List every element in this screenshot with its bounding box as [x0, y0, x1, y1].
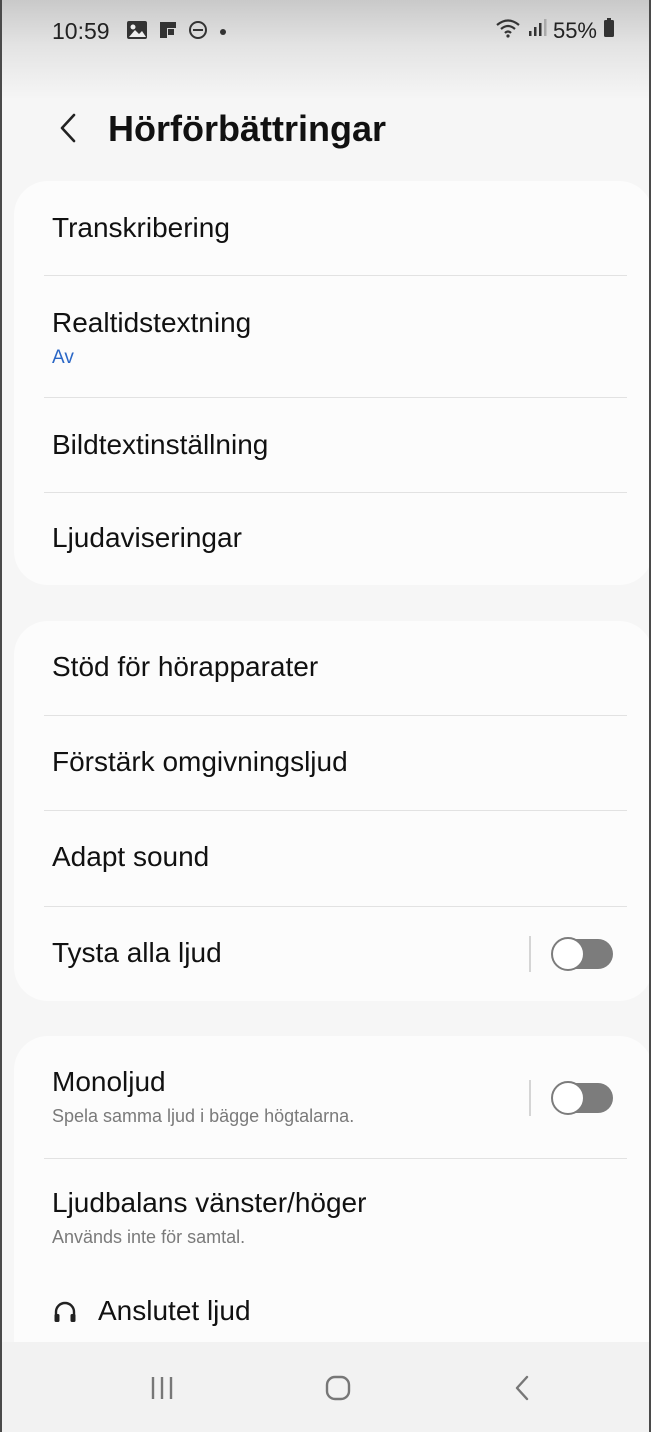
vertical-separator: [529, 936, 531, 972]
chevron-left-icon: [60, 113, 76, 143]
list-item-forstark-omgivningsljud[interactable]: Förstärk omgivningsljud: [14, 716, 649, 811]
list-item-ljudbalans[interactable]: Ljudbalans vänster/höger Används inte fö…: [14, 1159, 649, 1279]
list-item-ljudaviseringar[interactable]: Ljudaviseringar: [14, 493, 649, 585]
list-item-bildtextinstallning[interactable]: Bildtextinställning: [14, 398, 649, 493]
dot-icon: [218, 24, 228, 42]
vertical-separator: [529, 1079, 531, 1116]
wifi-icon: [495, 18, 521, 44]
headphones-icon: [52, 1299, 78, 1330]
list-item-tysta-alla-ljud[interactable]: Tysta alla ljud: [14, 907, 649, 1001]
battery-text: 55%: [552, 18, 597, 43]
item-status: Av: [52, 347, 74, 368]
battery-icon: [603, 18, 615, 44]
back-icon: [515, 1375, 529, 1401]
recents-button[interactable]: [142, 1368, 182, 1408]
settings-card-3: Monoljud Spela samma ljud i bägge högtal…: [14, 1036, 649, 1356]
screen: 10:59 55% Hörförbättringar Transkriberin…: [0, 0, 651, 1432]
list-item-transkribering[interactable]: Transkribering: [14, 181, 649, 276]
monoljud-toggle[interactable]: [551, 1080, 613, 1115]
toggle-wrap: [529, 936, 613, 972]
item-title: Stöd för hörapparater: [52, 651, 319, 682]
settings-card-1: Transkribering Realtidstextning Av Bildt…: [14, 181, 649, 585]
item-title: Ljudaviseringar: [52, 522, 242, 553]
navigation-bar: [2, 1342, 649, 1432]
item-title: Anslutet ljud: [98, 1295, 251, 1326]
status-bar: 10:59 55%: [2, 0, 649, 100]
item-title: Transkribering: [52, 212, 230, 243]
do-not-disturb-icon: [188, 20, 208, 45]
list-item-monoljud[interactable]: Monoljud Spela samma ljud i bägge högtal…: [14, 1036, 649, 1159]
toggle-knob: [551, 937, 585, 971]
status-icons-left: [126, 20, 228, 45]
item-title: Förstärk omgivningsljud: [52, 746, 348, 777]
status-time: 10:59: [52, 18, 110, 44]
item-title: Realtidstextning: [52, 307, 252, 338]
toggle-wrap: [529, 1079, 613, 1116]
list-item-adapt-sound[interactable]: Adapt sound: [14, 811, 649, 907]
list-item-anslutet-ljud[interactable]: Anslutet ljud: [14, 1279, 649, 1349]
app-bar: Hörförbättringar: [2, 98, 649, 168]
gallery-icon: [126, 20, 148, 45]
signal-icon: [527, 18, 547, 44]
item-title: Bildtextinställning: [52, 429, 269, 460]
status-icons-right: 55%: [495, 18, 615, 44]
home-button[interactable]: [318, 1368, 358, 1408]
flipboard-icon: [158, 20, 178, 45]
recents-icon: [151, 1377, 173, 1399]
tysta-alla-ljud-toggle[interactable]: [551, 937, 613, 971]
list-item-stod-for-horapparater[interactable]: Stöd för hörapparater: [14, 621, 649, 716]
home-icon: [325, 1375, 351, 1401]
list-item-realtidstextning[interactable]: Realtidstextning Av: [14, 276, 649, 398]
item-title: Ljudbalans vänster/höger: [52, 1187, 367, 1218]
item-subtitle: Används inte för samtal.: [52, 1227, 246, 1247]
nav-back-button[interactable]: [502, 1368, 542, 1408]
item-title: Adapt sound: [52, 841, 210, 872]
page-title: Hörförbättringar: [108, 108, 386, 149]
back-button[interactable]: [50, 106, 86, 150]
settings-card-2: Stöd för hörapparater Förstärk omgivning…: [14, 621, 649, 1001]
toggle-knob: [551, 1080, 585, 1115]
